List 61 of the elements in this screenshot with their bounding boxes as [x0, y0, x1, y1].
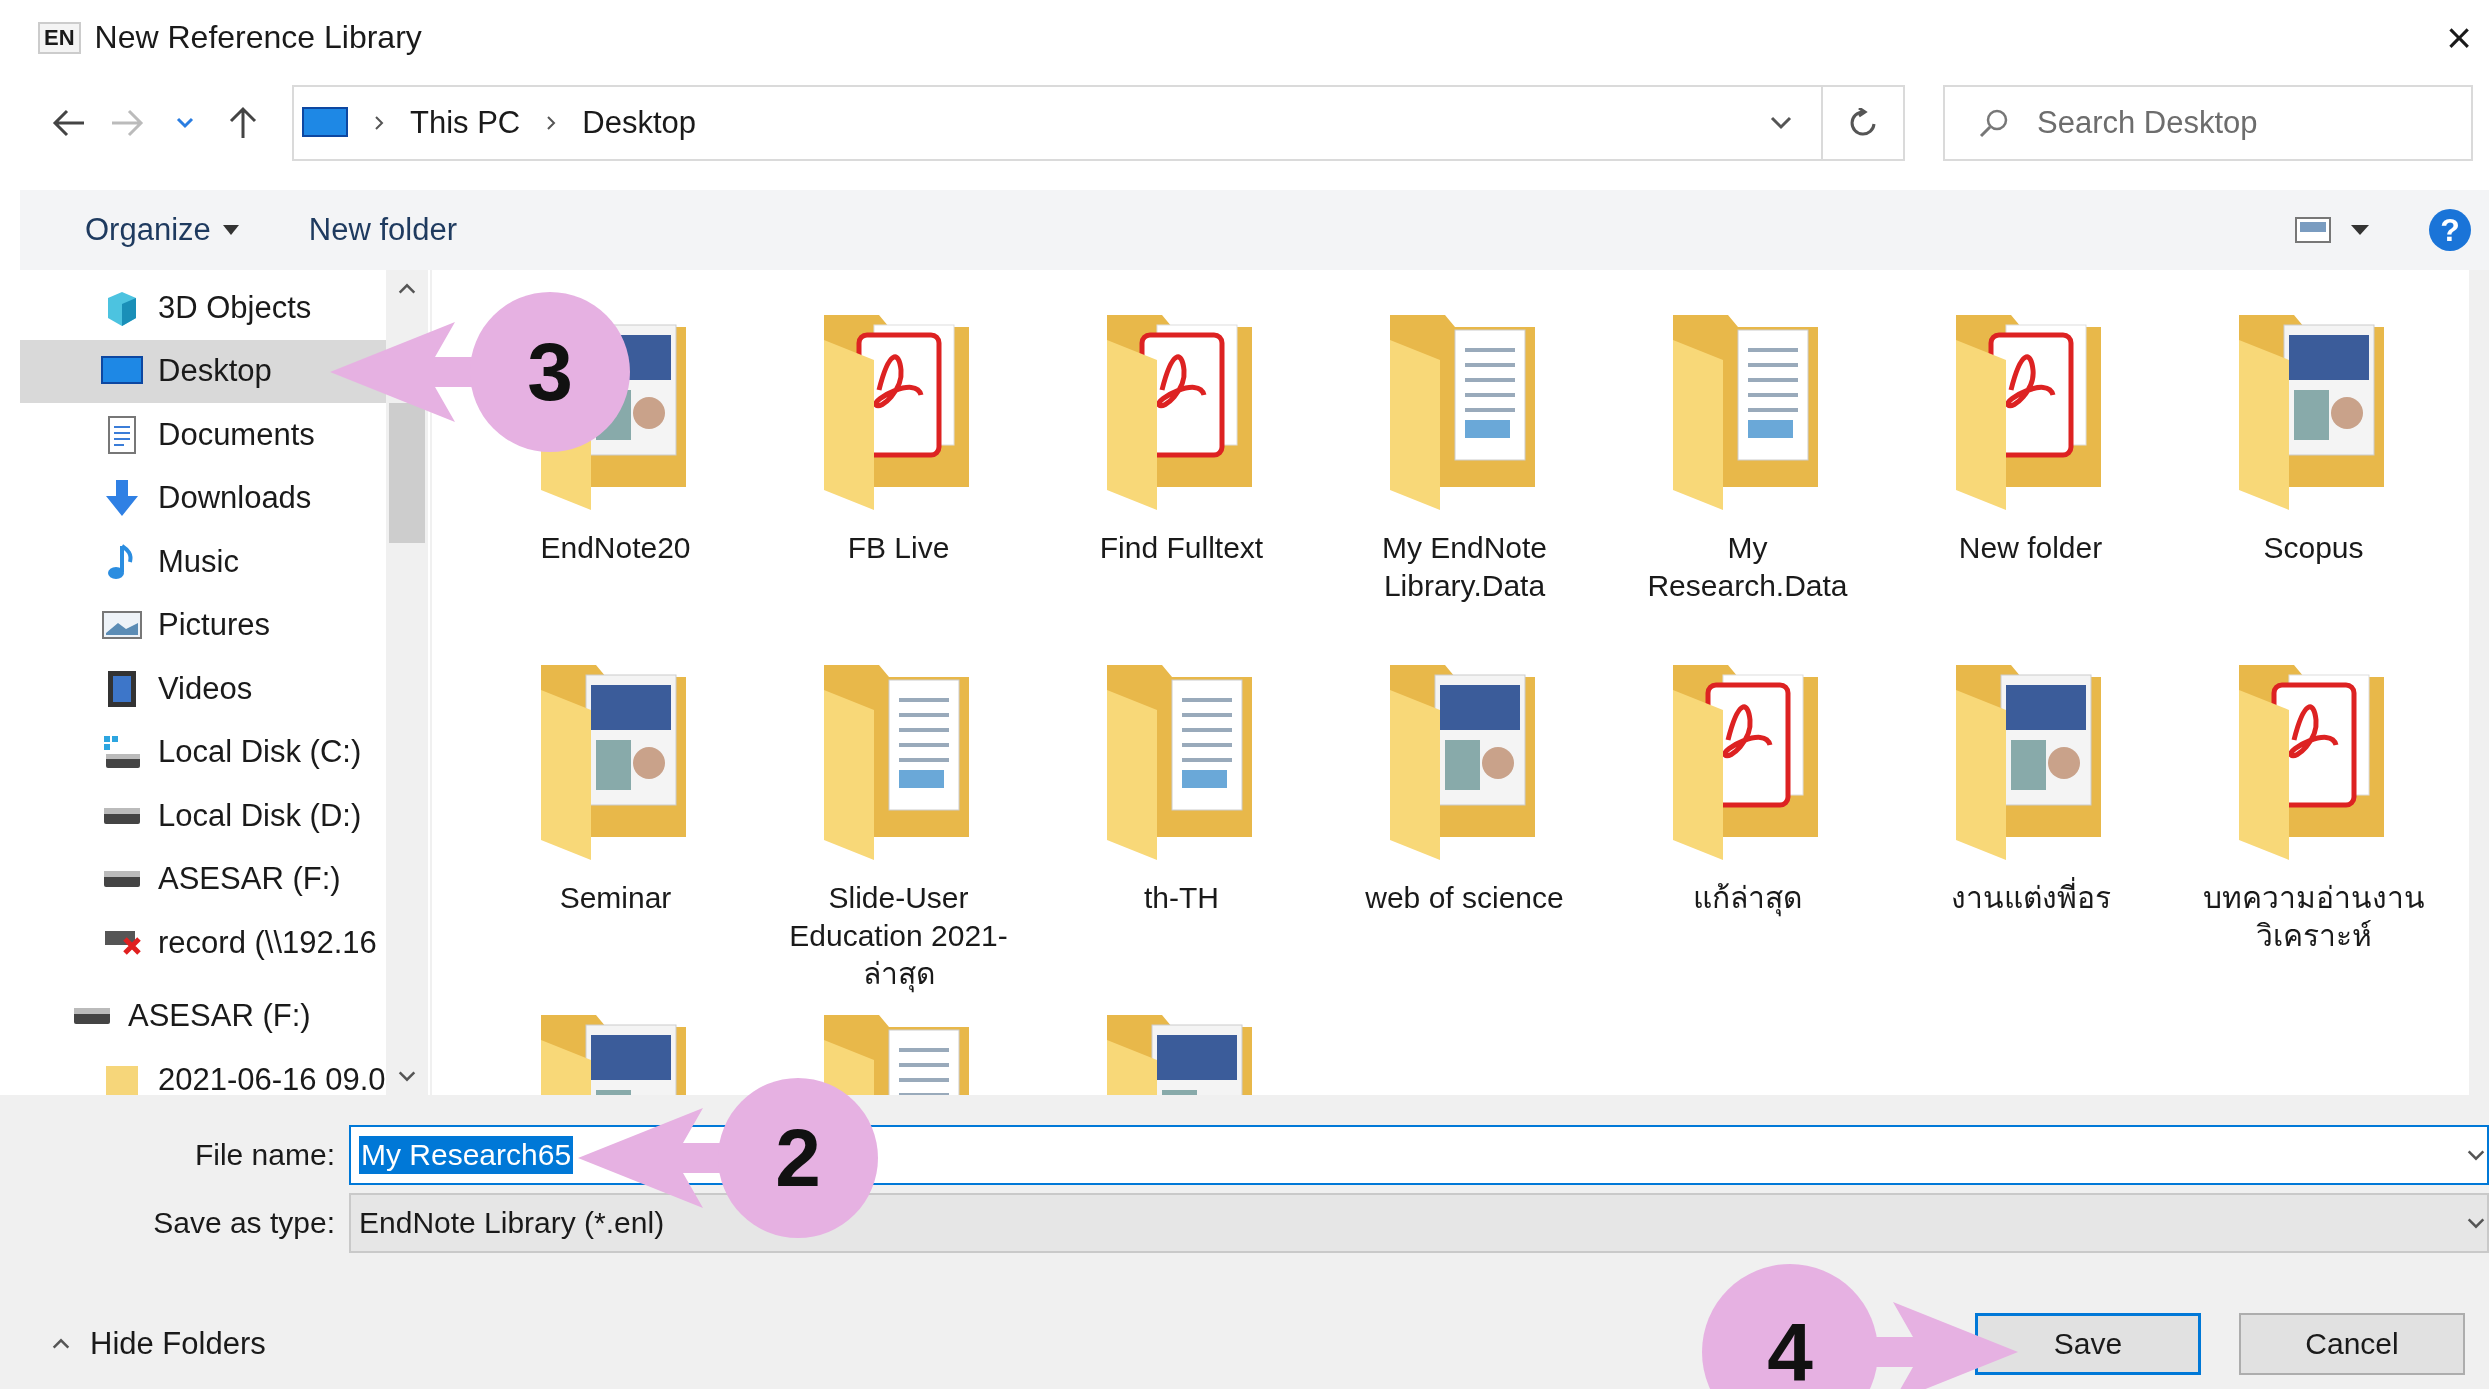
folder-name[interactable]: th-TH: [1069, 879, 1294, 917]
navigation-item[interactable]: Videos: [20, 657, 386, 721]
folder-name[interactable]: web of science: [1352, 879, 1577, 917]
help-button[interactable]: ?: [2429, 209, 2471, 251]
breadcrumb-item[interactable]: Desktop: [582, 104, 696, 141]
folder-name[interactable]: บทความอ่านงานวิเคราะห์: [2201, 879, 2426, 955]
caret-icon[interactable]: [2351, 225, 2369, 235]
folder-name[interactable]: My EndNote Library.Data: [1352, 529, 1577, 605]
navigation-item[interactable]: Downloads: [20, 466, 386, 530]
scrollbar-thumb[interactable]: [389, 402, 425, 543]
folder-name[interactable]: แก้ล่าสุด: [1635, 879, 1860, 917]
caret-icon: [222, 225, 239, 235]
folder-name[interactable]: My Research.Data: [1635, 529, 1860, 605]
hide-folders-button[interactable]: Hide Folders: [50, 1326, 266, 1362]
breadcrumb-item[interactable]: This PC: [410, 104, 521, 141]
folder-name[interactable]: งานแต่งพี่อร: [1918, 879, 2143, 917]
drive-icon: [104, 807, 140, 824]
computer-icon: [302, 105, 348, 140]
navigation-item[interactable]: Music: [20, 530, 386, 594]
folder-name[interactable]: FB Live: [786, 529, 1011, 567]
file-type-dropdown[interactable]: EndNote Library (*.enl): [349, 1193, 2489, 1253]
new-folder-button[interactable]: New folder: [308, 212, 457, 248]
close-button[interactable]: ×: [2429, 12, 2489, 63]
navigation-item[interactable]: ASESAR (F:): [20, 984, 386, 1048]
field-label: Save as type:: [152, 1206, 335, 1240]
step-marker: 3: [470, 292, 630, 452]
search-field[interactable]: Search Desktop: [1943, 84, 2473, 161]
navigation-item[interactable]: ASESAR (F:): [20, 847, 386, 911]
navigation-item[interactable]: Pictures: [20, 593, 386, 657]
recent-dropdown-icon[interactable]: [176, 116, 194, 129]
refresh-icon[interactable]: [1849, 107, 1877, 138]
drive-icon: [74, 1008, 110, 1025]
folder-name[interactable]: EndNote20: [503, 529, 728, 567]
view-options-icon[interactable]: [2295, 216, 2331, 244]
address-bar[interactable]: This PC Desktop: [292, 84, 1905, 161]
navigation-item[interactable]: record (\\192.16: [20, 911, 386, 975]
disconnected-drive-icon: [103, 930, 141, 956]
folder-name[interactable]: Find Fulltext: [1069, 529, 1294, 567]
search-icon: [1979, 107, 2009, 138]
navigation-item[interactable]: Documents: [20, 403, 386, 467]
folder-name[interactable]: Seminar: [503, 879, 728, 917]
dialog-button[interactable]: Save: [1975, 1313, 2201, 1375]
up-arrow-icon[interactable]: [228, 105, 258, 140]
scrollbar[interactable]: [386, 270, 428, 1095]
drive-icon: [104, 871, 140, 888]
field-label: File name:: [193, 1138, 335, 1172]
folder-name[interactable]: Scopus: [2201, 529, 2426, 567]
navigation-item[interactable]: 3D Objects: [20, 276, 386, 340]
navigation-item[interactable]: Local Disk (C:): [20, 720, 386, 784]
navigation-item[interactable]: Desktop: [20, 339, 386, 403]
window-title: New Reference Library: [94, 19, 423, 56]
navigation-item[interactable]: Local Disk (D:): [20, 784, 386, 848]
dialog-button[interactable]: Cancel: [2239, 1313, 2465, 1375]
dropdown-caret-icon[interactable]: [1770, 115, 1792, 130]
folder-name[interactable]: New folder: [1918, 529, 2143, 567]
folder-name[interactable]: Slide-User Education 2021-ล่าสุด: [786, 879, 1011, 993]
organize-button[interactable]: Organize: [85, 212, 239, 248]
navigation-item[interactable]: 2021-06-16 09.0: [20, 1048, 386, 1095]
language-badge: EN: [38, 21, 81, 54]
back-arrow-icon[interactable]: [52, 107, 86, 138]
drive-icon: [104, 736, 140, 769]
